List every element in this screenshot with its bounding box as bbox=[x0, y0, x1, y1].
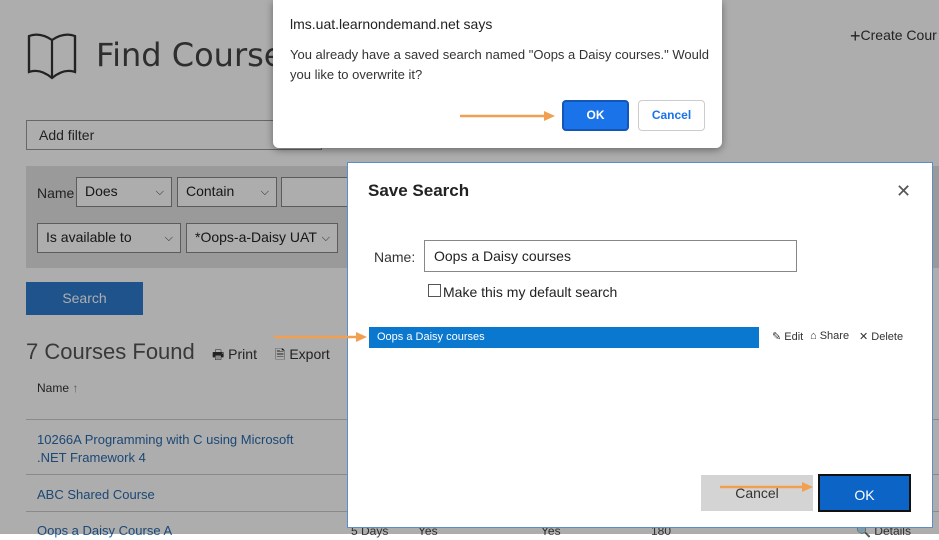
close-icon: ✕ bbox=[859, 331, 869, 343]
saved-search-item[interactable]: Oops a Daisy courses bbox=[369, 327, 759, 348]
annotation-arrow bbox=[720, 482, 813, 492]
delete-button[interactable]: ✕ Delete bbox=[859, 330, 903, 343]
annotation-arrow bbox=[460, 111, 555, 121]
pencil-icon: ✎ bbox=[772, 331, 782, 343]
browser-alert-dialog: lms.uat.learnondemand.net says You alrea… bbox=[273, 0, 722, 148]
search-name-input[interactable] bbox=[424, 240, 797, 272]
name-label: Name: bbox=[374, 249, 416, 265]
save-search-dialog: Save Search ✕ Name: Make this my default… bbox=[347, 162, 933, 528]
share-icon: ⌂ bbox=[810, 330, 817, 342]
edit-button[interactable]: ✎ Edit bbox=[772, 330, 803, 343]
ok-button[interactable]: OK bbox=[818, 474, 911, 512]
annotation-arrow bbox=[274, 332, 367, 342]
alert-header: lms.uat.learnondemand.net says bbox=[290, 16, 493, 32]
close-icon[interactable]: ✕ bbox=[896, 181, 911, 202]
share-button[interactable]: ⌂ Share bbox=[810, 330, 849, 342]
alert-cancel-button[interactable]: Cancel bbox=[638, 100, 705, 131]
dialog-title: Save Search bbox=[368, 181, 470, 200]
alert-message: You already have a saved search named "O… bbox=[290, 47, 709, 82]
default-search-checkbox[interactable] bbox=[428, 284, 441, 297]
default-search-label: Make this my default search bbox=[443, 284, 618, 300]
alert-ok-button[interactable]: OK bbox=[562, 100, 629, 131]
